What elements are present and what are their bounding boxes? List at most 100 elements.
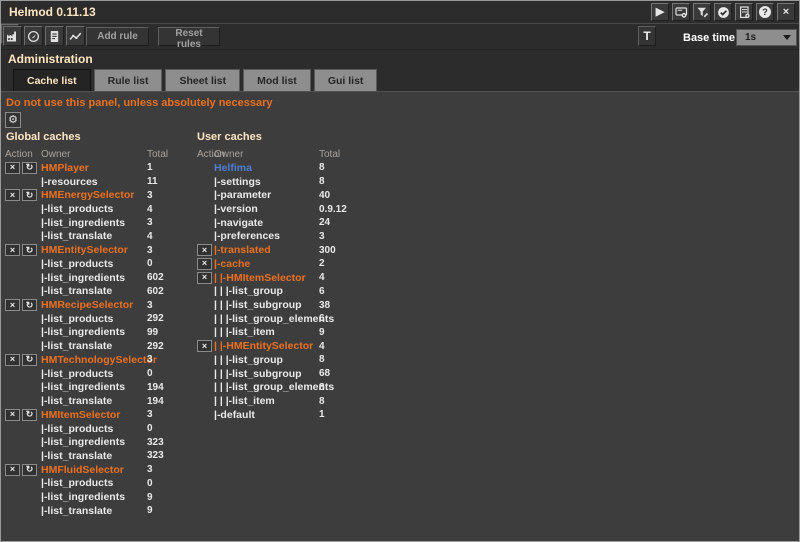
base-time-dropdown[interactable]: 1s [736, 29, 797, 46]
play-button[interactable]: ▶ [651, 3, 669, 21]
cache-owner: | | |-list_group [214, 285, 319, 297]
refresh-icon: ↻ [26, 191, 34, 200]
delete-button[interactable]: × [5, 409, 20, 421]
cache-owner: |-list_products [41, 368, 147, 380]
cache-owner: |-navigate [214, 217, 319, 229]
cache-row: |-list_products0 [5, 477, 195, 491]
cache-owner: |-translated [214, 244, 319, 256]
titlebar-buttons: ▶ [651, 3, 795, 21]
help-button[interactable]: ? [756, 3, 774, 21]
delete-button[interactable]: × [5, 189, 20, 201]
cache-row: |-list_products0 [5, 257, 195, 271]
reset-rules-button[interactable]: Reset rules [158, 27, 220, 46]
cache-total: 3 [147, 354, 195, 365]
close-icon: × [10, 163, 15, 172]
cache-row: |-parameter40 [197, 188, 382, 202]
cache-row: ×|-translated300 [197, 243, 382, 257]
cache-row: | | |-list_group6 [197, 284, 382, 298]
delete-button[interactable]: × [5, 162, 20, 174]
factory-icon [6, 30, 19, 43]
cache-owner: |-list_products [41, 477, 147, 489]
cache-owner: Helfima [214, 162, 319, 174]
tab-cache-list[interactable]: Cache list [13, 69, 91, 91]
cache-total: 8 [319, 382, 379, 393]
cache-owner: |-list_translate [41, 285, 147, 297]
tab-mod-list[interactable]: Mod list [243, 69, 311, 91]
global-caches-title: Global caches [6, 131, 81, 143]
cache-row: |-list_ingredients99 [5, 326, 195, 340]
delete-button[interactable]: × [197, 340, 212, 352]
refresh-button[interactable]: ↻ [22, 244, 37, 256]
graph-button[interactable] [66, 26, 85, 46]
cache-total: 602 [147, 272, 195, 283]
cache-row: |-navigate24 [197, 216, 382, 230]
cache-total: 4 [319, 341, 379, 352]
cache-total: 292 [147, 313, 195, 324]
display-options-button[interactable] [672, 3, 690, 21]
list-settings-button[interactable] [735, 3, 753, 21]
delete-button[interactable]: × [197, 272, 212, 284]
base-time-label: Base time: [683, 32, 739, 44]
compass-button[interactable] [24, 26, 43, 46]
tab-rule-list[interactable]: Rule list [94, 69, 163, 91]
delete-button[interactable]: × [197, 244, 212, 256]
cache-row: |-list_ingredients9 [5, 490, 195, 504]
factory-button[interactable] [3, 26, 22, 46]
delete-button[interactable]: × [197, 258, 212, 270]
cache-owner: |-list_products [41, 203, 147, 215]
column-owner: Owner [41, 149, 147, 160]
row-actions: ×↻ [5, 244, 41, 256]
cache-owner: HMEnergySelector [41, 189, 147, 201]
text-mode-button[interactable]: T [638, 26, 656, 46]
refresh-icon: ↻ [26, 465, 34, 474]
cache-row: |-list_ingredients602 [5, 271, 195, 285]
titlebar: Helmod 0.11.13 ▶ [1, 1, 799, 23]
refresh-button[interactable]: ↻ [22, 409, 37, 421]
refresh-button[interactable]: ↻ [22, 464, 37, 476]
refresh-button[interactable]: ↻ [22, 354, 37, 366]
table-header: Action Owner Total [197, 148, 382, 161]
cache-row: ×↻HMRecipeSelector3 [5, 298, 195, 312]
cache-row: | | |-list_group_elements6 [197, 312, 382, 326]
cache-row: ×↻HMPlayer1 [5, 161, 195, 175]
cache-owner: | | |-list_subgroup [214, 368, 319, 380]
cache-owner: |-list_ingredients [41, 272, 147, 284]
cache-row: | | |-list_subgroup38 [197, 298, 382, 312]
close-button[interactable]: × [777, 3, 795, 21]
add-rule-button[interactable]: Add rule [86, 27, 149, 46]
cache-row: | | |-list_item8 [197, 394, 382, 408]
cache-total: 0 [147, 368, 195, 379]
tab-gui-list[interactable]: Gui list [314, 69, 378, 91]
close-icon: × [10, 246, 15, 255]
filter-edit-button[interactable] [693, 3, 711, 21]
refresh-button[interactable]: ↻ [22, 299, 37, 311]
sheet-button[interactable] [45, 26, 64, 46]
cache-total: 38 [319, 300, 379, 311]
check-button[interactable] [714, 3, 732, 21]
cache-owner: |-list_ingredients [41, 381, 147, 393]
cache-total: 0.9.12 [319, 204, 379, 215]
row-actions: ×↻ [5, 409, 41, 421]
cache-total: 3 [147, 409, 195, 420]
refresh-button[interactable]: ↻ [22, 162, 37, 174]
cache-row: |-list_products0 [5, 367, 195, 381]
delete-button[interactable]: × [5, 354, 20, 366]
column-owner: Owner [214, 149, 319, 160]
cache-owner: HMFluidSelector [41, 464, 147, 476]
close-icon: × [10, 355, 15, 364]
delete-button[interactable]: × [5, 464, 20, 476]
cache-total: 0 [147, 478, 195, 489]
delete-button[interactable]: × [5, 299, 20, 311]
cache-row: |-list_products292 [5, 312, 195, 326]
cache-total: 3 [319, 231, 379, 242]
gear-button[interactable]: ⚙ [5, 112, 21, 128]
refresh-icon: ↻ [26, 301, 34, 310]
delete-button[interactable]: × [5, 244, 20, 256]
refresh-button[interactable]: ↻ [22, 189, 37, 201]
graph-icon [69, 30, 82, 43]
cache-total: 68 [319, 368, 379, 379]
row-actions: ×↻ [5, 354, 41, 366]
cache-owner: | | |-list_item [214, 395, 319, 407]
tab-sheet-list[interactable]: Sheet list [165, 69, 240, 91]
cache-row: ×| |-HMItemSelector4 [197, 271, 382, 285]
